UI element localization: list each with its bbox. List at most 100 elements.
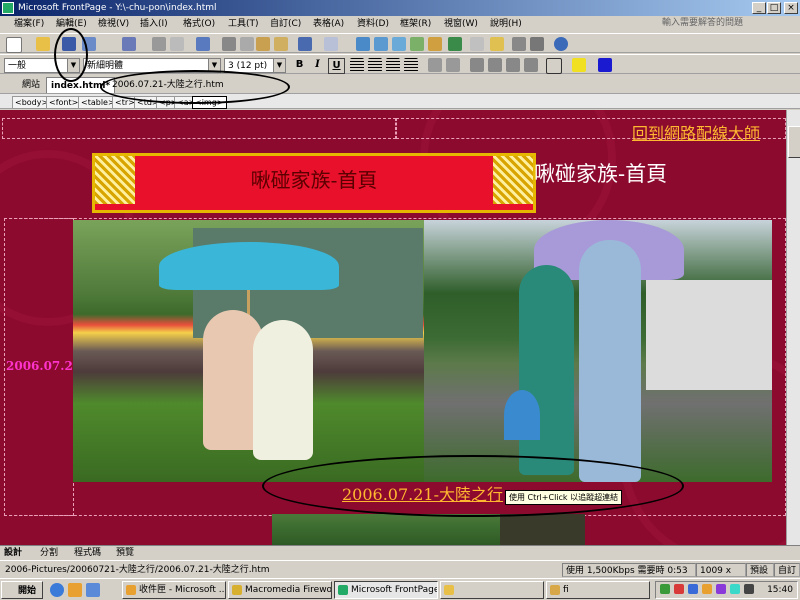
photo-bottom-partial[interactable] — [500, 514, 585, 545]
task-fi[interactable]: fi — [546, 581, 650, 599]
task-frontpage[interactable]: Microsoft FrontPage... — [334, 581, 438, 599]
annotation-ellipse-tab — [100, 70, 290, 104]
copy-icon[interactable] — [240, 37, 254, 51]
decrease-font-icon[interactable] — [446, 58, 460, 72]
menu-table[interactable]: 表格(A) — [313, 16, 344, 33]
tray-icon[interactable] — [702, 584, 712, 594]
tag-font[interactable]: <font> — [46, 96, 82, 109]
bulleted-list-icon[interactable] — [488, 58, 502, 72]
numbered-list-icon[interactable] — [470, 58, 484, 72]
help-question-input[interactable]: 輸入需要解答的問題 — [658, 16, 778, 30]
folder-icon — [444, 585, 454, 595]
maximize-button[interactable]: □ — [767, 2, 781, 14]
help-icon[interactable] — [554, 37, 568, 51]
start-button[interactable]: 開始 — [1, 581, 43, 599]
tab-design[interactable]: 設計 — [4, 547, 22, 560]
ie-quicklaunch-icon[interactable] — [50, 583, 64, 597]
align-left-icon[interactable] — [350, 58, 364, 72]
tray-icon[interactable] — [674, 584, 684, 594]
task-folder[interactable] — [440, 581, 544, 599]
vertical-scrollbar[interactable] — [786, 110, 800, 545]
format-painter-icon[interactable] — [274, 37, 288, 51]
menu-format[interactable]: 格式(O) — [183, 16, 215, 33]
frontpage-app-icon[interactable] — [2, 2, 14, 14]
menu-view[interactable]: 檢視(V) — [98, 16, 129, 33]
highlight-icon[interactable] — [572, 58, 586, 72]
increase-font-icon[interactable] — [428, 58, 442, 72]
menu-window[interactable]: 視窗(W) — [444, 16, 478, 33]
minimize-button[interactable]: _ — [752, 2, 766, 14]
photo-couple-with-umbrella[interactable] — [424, 220, 772, 482]
decrease-indent-icon[interactable] — [506, 58, 520, 72]
insert-frame-icon[interactable] — [392, 37, 406, 51]
underline-button[interactable]: U — [328, 58, 345, 74]
print-icon[interactable] — [152, 37, 166, 51]
bold-button[interactable]: B — [292, 58, 307, 72]
print-preview-icon[interactable] — [170, 37, 184, 51]
justify-icon[interactable] — [404, 58, 418, 72]
bookmark-icon[interactable] — [530, 37, 544, 51]
photo-man — [579, 240, 641, 482]
increase-indent-icon[interactable] — [524, 58, 538, 72]
tray-icon[interactable] — [660, 584, 670, 594]
menu-file[interactable]: 檔案(F) — [14, 16, 44, 33]
title-bar: Microsoft FrontPage - Y:\-chu-pon\index.… — [0, 0, 800, 16]
standard-toolbar — [0, 33, 800, 53]
tab-code[interactable]: 程式碼 — [74, 547, 101, 560]
fireworks-icon — [232, 585, 242, 595]
tray-icon[interactable] — [716, 584, 726, 594]
insert-picture-icon[interactable] — [410, 37, 424, 51]
menu-tools[interactable]: 工具(T) — [228, 16, 259, 33]
web-component-icon[interactable] — [448, 37, 462, 51]
close-button[interactable]: × — [784, 2, 798, 14]
tray-icon[interactable] — [730, 584, 740, 594]
hyperlink-icon[interactable] — [512, 37, 526, 51]
redo-icon[interactable] — [324, 37, 338, 51]
desktop-quicklaunch-icon[interactable] — [86, 583, 100, 597]
view-mode-tabs: 設計 分割 程式碼 預覽 — [0, 545, 800, 560]
insert-layer-icon[interactable] — [356, 37, 370, 51]
task-inbox-outlook[interactable]: 收件匣 - Microsoft ... — [122, 581, 226, 599]
font-size-value: 3 (12 pt) — [228, 61, 268, 71]
tab-split[interactable]: 分割 — [40, 547, 58, 560]
photo-kids-with-umbrella[interactable] — [73, 220, 424, 482]
task-label: Microsoft FrontPage... — [351, 585, 438, 595]
photo-white-building — [646, 280, 772, 390]
font-color-icon[interactable] — [598, 58, 612, 72]
align-center-icon[interactable] — [368, 58, 382, 72]
tab-web-site[interactable]: 網站 — [8, 77, 44, 93]
tray-icon[interactable] — [688, 584, 698, 594]
cut-icon[interactable] — [222, 37, 236, 51]
site-view-icon[interactable] — [122, 37, 136, 51]
drawing-icon[interactable] — [428, 37, 442, 51]
menu-insert[interactable]: 插入(I) — [140, 16, 168, 33]
back-to-network-master-link[interactable]: 回到網路配線大師 — [632, 120, 760, 144]
borders-icon[interactable] — [546, 58, 562, 74]
refresh-icon[interactable] — [490, 37, 504, 51]
align-right-icon[interactable] — [386, 58, 400, 72]
stop-icon[interactable] — [470, 37, 484, 51]
menu-help[interactable]: 說明(H) — [490, 16, 522, 33]
paste-icon[interactable] — [256, 37, 270, 51]
open-folder-icon[interactable] — [36, 37, 50, 51]
status-page-size[interactable]: 1009 x 554 — [696, 563, 746, 590]
photo-bottom-partial[interactable] — [272, 514, 500, 545]
insert-table-icon[interactable] — [374, 37, 388, 51]
new-page-icon[interactable] — [6, 37, 22, 53]
italic-button[interactable]: I — [310, 58, 325, 72]
undo-icon[interactable] — [298, 37, 312, 51]
banner-image[interactable]: 啾碰家族-首頁 — [92, 153, 536, 213]
tray-icon[interactable] — [744, 584, 754, 594]
task-label: 收件匣 - Microsoft ... — [139, 585, 226, 595]
frontpage-icon — [338, 585, 348, 595]
chevron-down-icon: ▼ — [273, 59, 285, 72]
task-macromedia-fireworks[interactable]: Macromedia Firewo... — [228, 581, 332, 599]
taskbar-clock[interactable]: 15:40 — [767, 582, 793, 598]
menu-data[interactable]: 資料(D) — [357, 16, 389, 33]
outlook-quicklaunch-icon[interactable] — [68, 583, 82, 597]
spelling-icon[interactable] — [196, 37, 210, 51]
menu-customize[interactable]: 自訂(C) — [270, 16, 301, 33]
scrollbar-thumb[interactable] — [788, 126, 800, 158]
tab-preview[interactable]: 預覽 — [116, 547, 134, 560]
menu-frames[interactable]: 框架(R) — [400, 16, 431, 33]
